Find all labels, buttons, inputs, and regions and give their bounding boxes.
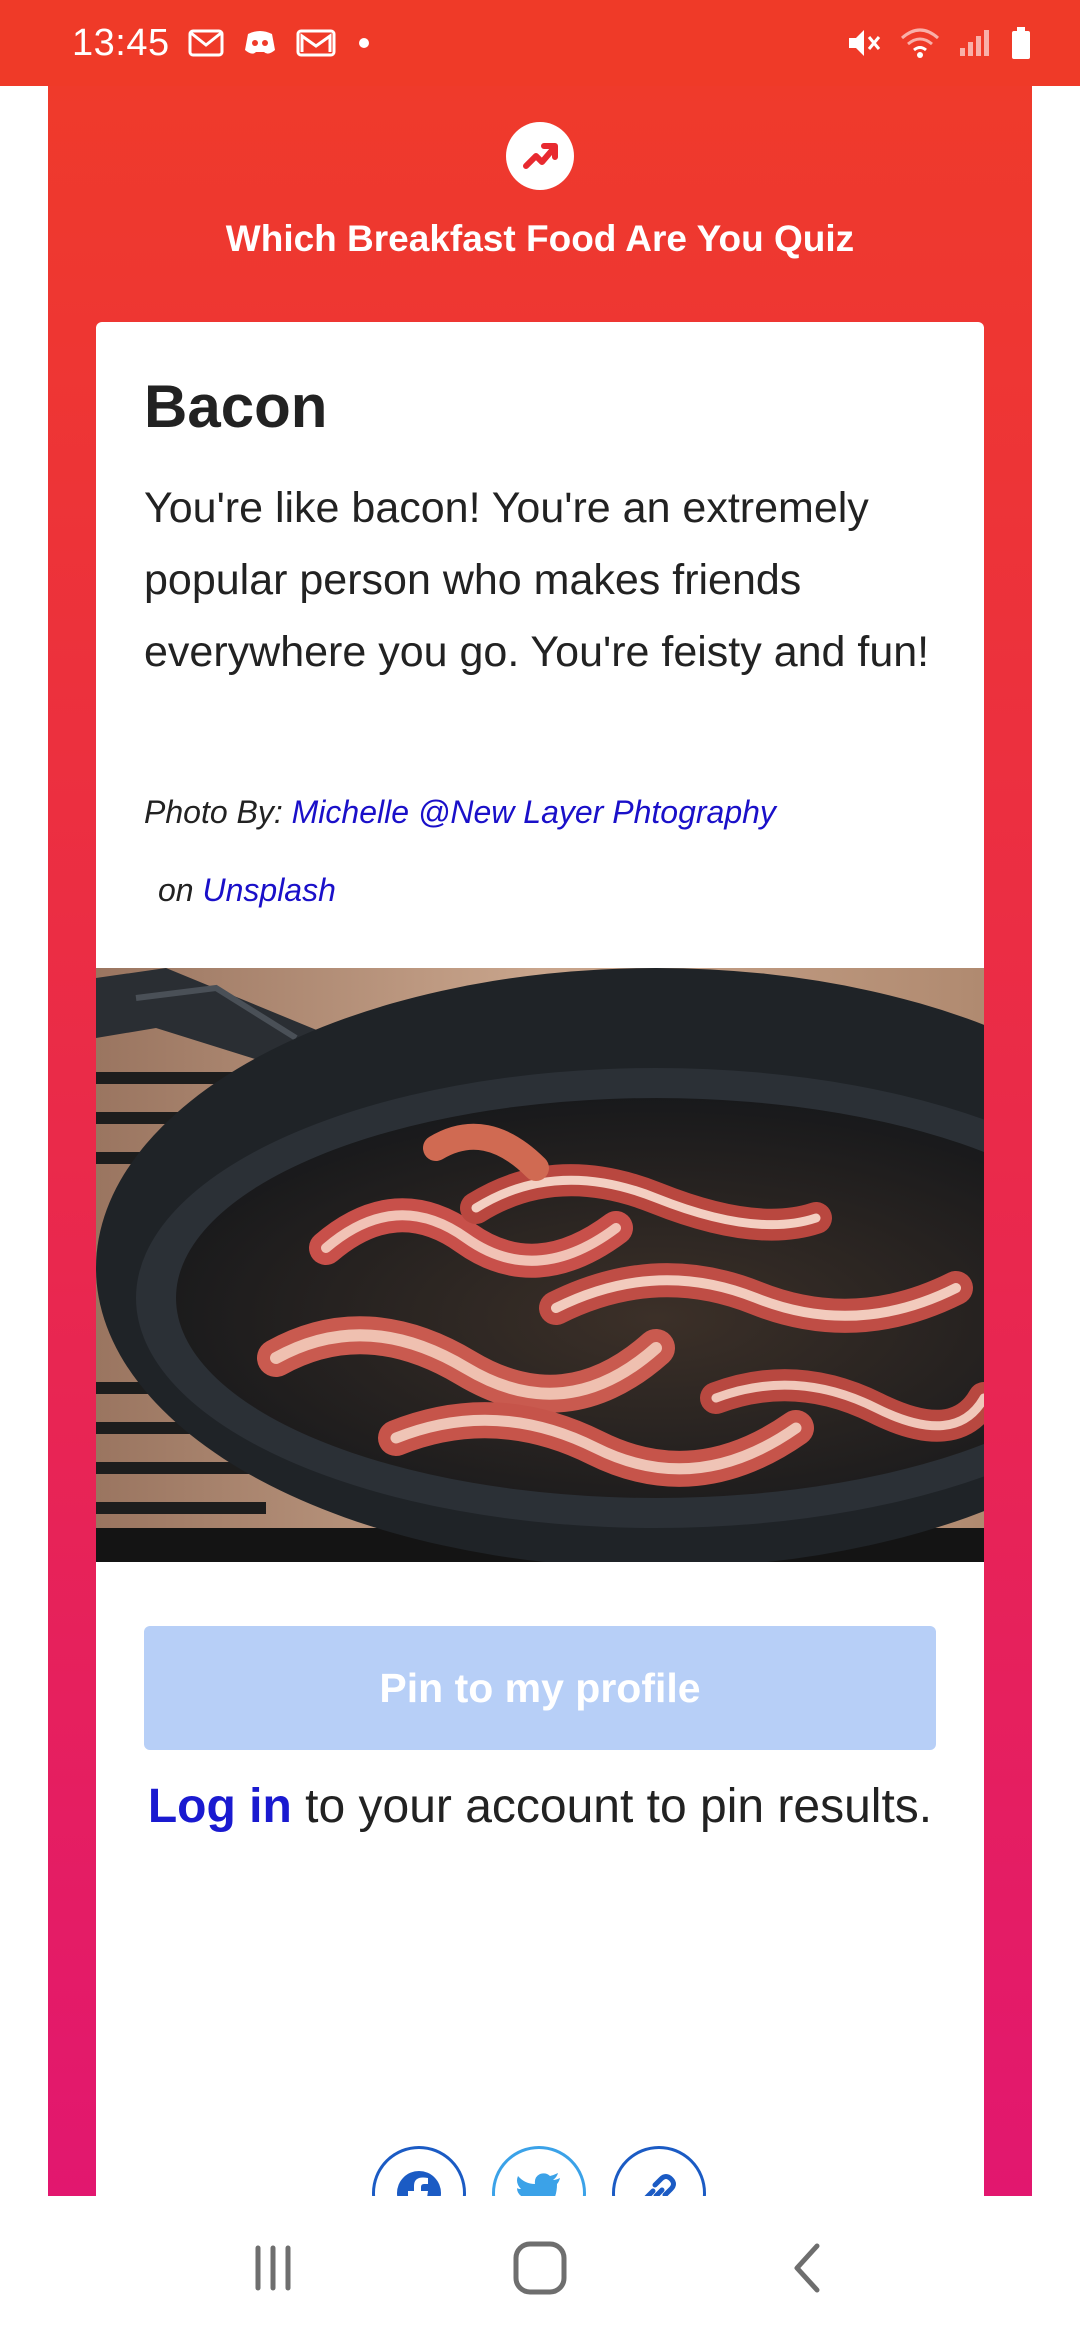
credit-on: on <box>158 872 194 908</box>
result-title: Bacon <box>144 373 328 440</box>
quiz-panel: Which Breakfast Food Are You Quiz Bacon … <box>48 86 1032 2196</box>
share-row <box>372 2146 708 2196</box>
photo-credit: Photo By: Michelle @New Layer Phtography <box>144 794 776 831</box>
bacon-photo <box>96 968 984 1562</box>
dot-icon <box>354 33 374 53</box>
result-card: Bacon You're like bacon! You're an extre… <box>96 322 984 2196</box>
navigation-bar <box>0 2196 1080 2340</box>
gmail-icon <box>296 28 336 58</box>
back-button[interactable] <box>762 2223 852 2313</box>
status-bar: 13:45 <box>0 0 1080 86</box>
screen: 13:45 Which Breakfast Food Are You Quiz … <box>0 0 1080 2340</box>
home-icon <box>513 2241 567 2295</box>
status-left: 13:45 <box>72 22 374 65</box>
signal-icon <box>958 28 992 58</box>
home-button[interactable] <box>495 2223 585 2313</box>
status-right <box>846 26 1032 60</box>
link-icon <box>644 2174 676 2196</box>
credit-author-link[interactable]: Michelle @New Layer Phtography <box>292 794 776 830</box>
twitter-share-button[interactable] <box>492 2146 586 2196</box>
recent-apps-button[interactable] <box>228 2223 318 2313</box>
login-prompt: Log in to your account to pin results. <box>144 1766 936 1848</box>
wifi-icon <box>900 26 940 60</box>
back-icon <box>794 2243 820 2293</box>
login-link[interactable]: Log in <box>148 1780 292 1833</box>
twitter-icon <box>517 2173 560 2196</box>
mute-icon <box>846 26 882 60</box>
recent-apps-icon <box>255 2245 291 2291</box>
facebook-icon <box>397 2171 441 2196</box>
battery-icon <box>1010 26 1032 60</box>
login-prompt-text: to your account to pin results. <box>291 1780 933 1833</box>
mail-icon <box>188 28 224 58</box>
credit-prefix: Photo By: <box>144 794 283 830</box>
quiz-title: Which Breakfast Food Are You Quiz <box>225 218 855 259</box>
trending-arrow-icon[interactable] <box>506 122 574 190</box>
credit-source-link[interactable]: Unsplash <box>202 872 335 908</box>
discord-icon <box>242 28 278 58</box>
pin-to-profile-button[interactable]: Pin to my profile <box>144 1626 936 1750</box>
copy-link-button[interactable] <box>612 2146 706 2196</box>
status-time: 13:45 <box>72 21 170 64</box>
result-description: You're like bacon! You're an extremely p… <box>144 484 930 676</box>
facebook-share-button[interactable] <box>372 2146 466 2196</box>
photo-credit-source: on Unsplash <box>158 872 336 909</box>
